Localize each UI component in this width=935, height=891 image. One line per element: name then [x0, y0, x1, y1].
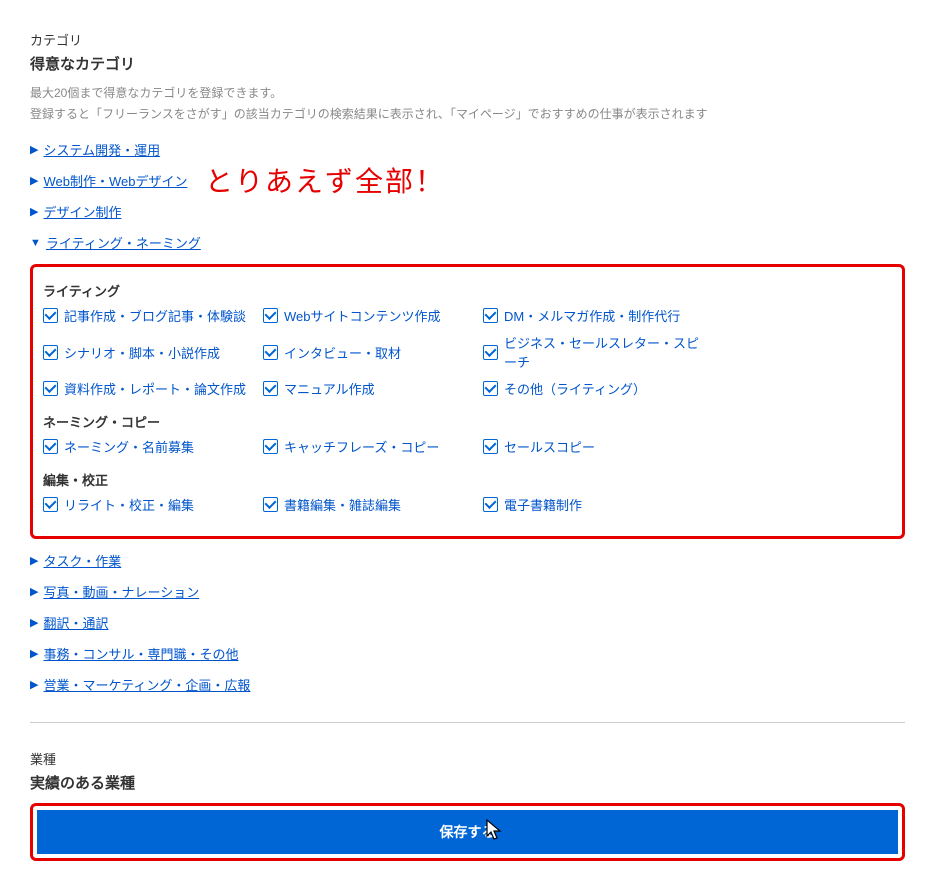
save-label: 保存する	[440, 824, 496, 840]
category-expanded-header[interactable]: ▼ ライティング・ネーミング	[30, 233, 905, 252]
save-button[interactable]: 保存する	[37, 810, 898, 854]
checkbox-checked-icon	[263, 308, 278, 323]
checkbox-checked-icon	[483, 308, 498, 323]
category-link[interactable]: ▶ 翻訳・通訳	[30, 613, 905, 632]
checkbox-label: リライト・校正・編集	[64, 495, 194, 514]
checkbox-label: セールスコピー	[504, 437, 595, 456]
expanded-category-box: ライティング記事作成・ブログ記事・体験談 Webサイトコンテンツ作成 DM・メルマガ…	[30, 264, 905, 539]
checkbox-item[interactable]: 記事作成・ブログ記事・体験談	[43, 306, 263, 325]
checkbox-item[interactable]: 資料作成・レポート・論文作成	[43, 379, 263, 398]
note-1: 最大20個まで得意なカテゴリを登録できます。	[30, 84, 905, 101]
category-label: 営業・マーケティング・企画・広報	[43, 675, 250, 694]
checkbox-label: 資料作成・レポート・論文作成	[64, 379, 246, 398]
category-label: 事務・コンサル・専門職・その他	[43, 644, 238, 663]
checkbox-item[interactable]: マニュアル作成	[263, 379, 483, 398]
checkbox-checked-icon	[263, 497, 278, 512]
checkbox-item[interactable]: ネーミング・名前募集	[43, 437, 263, 456]
checkbox-label: その他（ライティング）	[504, 379, 646, 398]
note-2: 登録すると「フリーランスをさがす」の該当カテゴリの検索結果に表示され、「マイペー…	[30, 105, 905, 122]
checkbox-checked-icon	[483, 345, 498, 360]
checkbox-label: ネーミング・名前募集	[64, 437, 194, 456]
category-link[interactable]: ▶ 営業・マーケティング・企画・広報	[30, 675, 905, 694]
chevron-right-icon: ▶	[30, 554, 38, 567]
category-label: 翻訳・通訳	[43, 613, 108, 632]
chevron-right-icon: ▶	[30, 143, 38, 156]
category-label: タスク・作業	[43, 551, 121, 570]
checkbox-item[interactable]: ビジネス・セールスレター・スピーチ	[483, 333, 703, 371]
checkbox-checked-icon	[43, 345, 58, 360]
checkbox-item[interactable]: その他（ライティング）	[483, 379, 703, 398]
checkbox-label: シナリオ・脚本・小説作成	[64, 343, 220, 362]
checkbox-item[interactable]: 電子書籍制作	[483, 495, 703, 514]
checkbox-checked-icon	[483, 439, 498, 454]
chevron-right-icon: ▶	[30, 174, 38, 187]
category-link[interactable]: ▶ 事務・コンサル・専門職・その他	[30, 644, 905, 663]
checkbox-checked-icon	[263, 439, 278, 454]
chevron-right-icon: ▶	[30, 647, 38, 660]
checkbox-item[interactable]: DM・メルマガ作成・制作代行	[483, 306, 703, 325]
checkbox-label: Webサイトコンテンツ作成	[284, 306, 441, 325]
category-link[interactable]: ▶ デザイン制作	[30, 202, 905, 221]
checkbox-checked-icon	[43, 381, 58, 396]
chevron-right-icon: ▶	[30, 585, 38, 598]
checkbox-checked-icon	[43, 308, 58, 323]
checkbox-label: マニュアル作成	[284, 379, 375, 398]
checkbox-label: DM・メルマガ作成・制作代行	[504, 306, 680, 325]
checkbox-label: 記事作成・ブログ記事・体験談	[64, 306, 246, 325]
checkbox-checked-icon	[263, 381, 278, 396]
category-link[interactable]: ▶ タスク・作業	[30, 551, 905, 570]
checkbox-label: ビジネス・セールスレター・スピーチ	[504, 333, 703, 371]
checkbox-item[interactable]: シナリオ・脚本・小説作成	[43, 333, 263, 371]
checkbox-label: 書籍編集・雑誌編集	[284, 495, 401, 514]
subgroup-title: ライティング	[43, 281, 892, 300]
chevron-right-icon: ▶	[30, 678, 38, 691]
save-button-highlight: 保存する	[30, 803, 905, 861]
checkbox-label: キャッチフレーズ・コピー	[284, 437, 439, 456]
category-label: システム開発・運用	[43, 140, 160, 159]
chevron-down-icon: ▼	[30, 237, 41, 249]
category-label: Web制作・Webデザイン	[43, 171, 187, 190]
checkbox-item[interactable]: キャッチフレーズ・コピー	[263, 437, 483, 456]
category-link[interactable]: ▶ Web制作・Webデザイン	[30, 171, 905, 190]
checkbox-item[interactable]: インタビュー・取材	[263, 333, 483, 371]
category-link[interactable]: ▶ 写真・動画・ナレーション	[30, 582, 905, 601]
checkbox-label: 電子書籍制作	[504, 495, 582, 514]
page-title-industry: 実績のある業種	[30, 772, 905, 793]
page-title-category: 得意なカテゴリ	[30, 53, 905, 74]
section-label-category: カテゴリ	[30, 30, 905, 49]
chevron-right-icon: ▶	[30, 205, 38, 218]
category-expanded-label: ライティング・ネーミング	[46, 233, 201, 252]
checkbox-checked-icon	[43, 439, 58, 454]
checkbox-item[interactable]: 書籍編集・雑誌編集	[263, 495, 483, 514]
checkbox-checked-icon	[263, 345, 278, 360]
checkbox-item[interactable]: Webサイトコンテンツ作成	[263, 306, 483, 325]
checkbox-label: インタビュー・取材	[284, 343, 401, 362]
checkbox-checked-icon	[43, 497, 58, 512]
category-label: デザイン制作	[43, 202, 121, 221]
checkbox-item[interactable]: セールスコピー	[483, 437, 703, 456]
section-label-industry: 業種	[30, 749, 905, 768]
checkbox-item[interactable]: リライト・校正・編集	[43, 495, 263, 514]
checkbox-checked-icon	[483, 381, 498, 396]
category-label: 写真・動画・ナレーション	[43, 582, 199, 601]
subgroup-title: 編集・校正	[43, 470, 892, 489]
subgroup-title: ネーミング・コピー	[43, 412, 892, 431]
checkbox-checked-icon	[483, 497, 498, 512]
chevron-right-icon: ▶	[30, 616, 38, 629]
divider	[30, 722, 905, 723]
category-link[interactable]: ▶ システム開発・運用	[30, 140, 905, 159]
